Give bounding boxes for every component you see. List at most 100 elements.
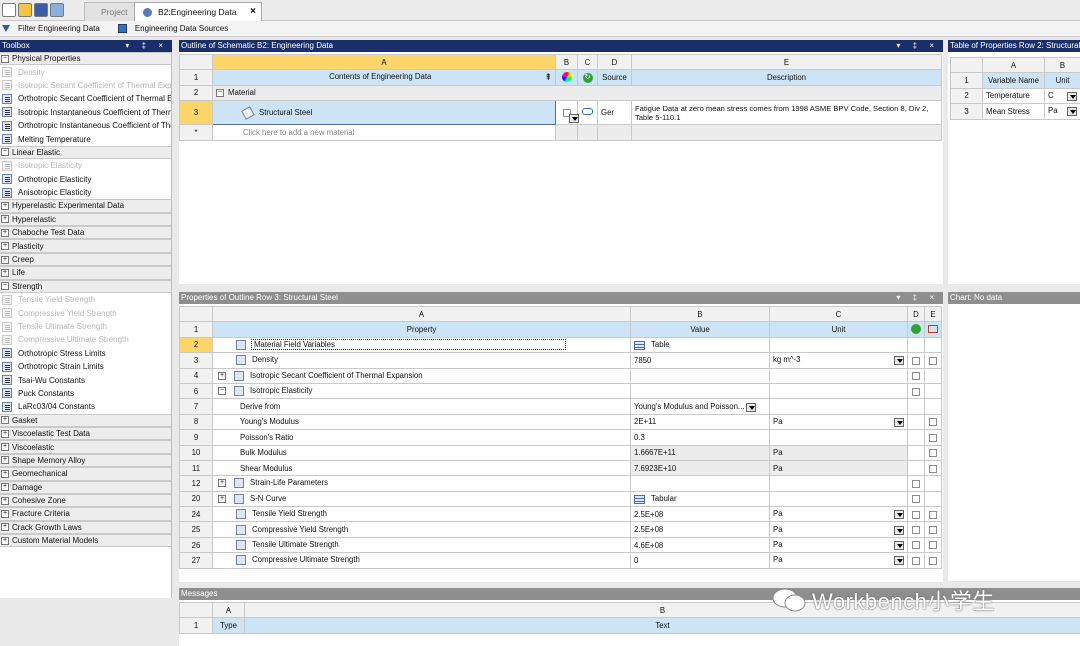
expand-icon[interactable]: + bbox=[1, 242, 9, 251]
toolbox-category[interactable]: + Crack Growth Laws bbox=[0, 520, 171, 535]
toolbox-category[interactable]: + Plasticity bbox=[0, 239, 171, 253]
column-letter[interactable]: B bbox=[1044, 56, 1080, 74]
property-name-cell[interactable]: Tensile Yield Strength bbox=[212, 506, 631, 523]
toolbox-category[interactable]: + Hyperelastic Experimental Data bbox=[0, 199, 171, 213]
collapse-icon[interactable]: − bbox=[218, 387, 226, 396]
property-e-cell[interactable] bbox=[924, 521, 942, 538]
value-dropdown-icon[interactable] bbox=[746, 402, 757, 412]
property-row[interactable]: 25 Compressive Yield Strength 2.5E+08 Pa bbox=[179, 521, 942, 538]
property-d-cell[interactable] bbox=[907, 382, 925, 400]
collapse-icon[interactable]: − bbox=[1, 282, 9, 291]
unit-dropdown-icon[interactable] bbox=[1067, 107, 1077, 117]
toolbox-category[interactable]: + Shape Memory Alloy bbox=[0, 453, 171, 468]
toolbox-category[interactable]: + Cohesive Zone bbox=[0, 493, 171, 508]
open-folder-icon[interactable] bbox=[18, 3, 32, 17]
toolbox-item[interactable]: Orthotropic Elasticity bbox=[0, 173, 171, 186]
toolbox-category[interactable]: − Physical Properties bbox=[0, 52, 171, 66]
property-e-cell[interactable] bbox=[924, 536, 942, 554]
expand-icon[interactable]: + bbox=[1, 483, 9, 492]
panel-controls[interactable]: ▾ ‡ × bbox=[896, 292, 939, 304]
property-value-cell[interactable]: 4.6E+08 bbox=[630, 536, 770, 554]
checkbox[interactable] bbox=[929, 464, 937, 473]
property-unit-cell[interactable]: kg m^-3 bbox=[769, 352, 908, 369]
property-value-cell[interactable] bbox=[630, 475, 770, 492]
property-value-cell[interactable] bbox=[630, 382, 770, 400]
expand-icon[interactable]: + bbox=[1, 523, 9, 532]
toolbox-item[interactable]: Anisotropic Elasticity bbox=[0, 186, 171, 199]
material-structural-steel[interactable]: Structural Steel bbox=[212, 100, 579, 126]
checkbox[interactable] bbox=[912, 541, 920, 550]
checkbox[interactable] bbox=[929, 526, 937, 535]
column-letter[interactable]: E bbox=[631, 53, 942, 71]
property-e-cell[interactable] bbox=[924, 413, 942, 431]
checkbox[interactable] bbox=[929, 541, 937, 550]
property-name-cell[interactable]: + S-N Curve bbox=[212, 490, 631, 508]
property-e-cell[interactable] bbox=[924, 552, 942, 569]
toolbox-item[interactable]: Orthotropic Stress Limits bbox=[0, 347, 171, 360]
checkbox[interactable] bbox=[929, 433, 937, 442]
property-name-cell[interactable]: Derive from bbox=[212, 398, 631, 415]
expand-icon[interactable]: + bbox=[1, 215, 9, 224]
close-tab-icon[interactable]: × bbox=[250, 6, 256, 17]
toolbox-item[interactable]: Orthotropic Secant Coefficient of Therma… bbox=[0, 92, 171, 105]
expand-icon[interactable]: + bbox=[1, 456, 9, 465]
property-unit-cell[interactable] bbox=[769, 398, 908, 415]
checkbox[interactable] bbox=[929, 510, 937, 519]
tab-engineering-data[interactable]: B2:Engineering Data × bbox=[134, 2, 262, 21]
property-name-cell[interactable]: Tensile Ultimate Strength bbox=[212, 536, 631, 554]
toolbox-item[interactable]: Isotropic Instantaneous Coefficient of T… bbox=[0, 106, 171, 119]
property-name-cell[interactable]: − Isotropic Elasticity bbox=[212, 382, 631, 400]
checkbox[interactable] bbox=[912, 372, 920, 381]
property-value-cell[interactable]: 2.5E+08 bbox=[630, 506, 770, 523]
expand-icon[interactable]: + bbox=[218, 371, 226, 380]
checkbox[interactable] bbox=[912, 356, 920, 365]
property-row[interactable]: 8 Young's Modulus 2E+11 Pa bbox=[179, 413, 942, 431]
expand-icon[interactable]: + bbox=[1, 429, 9, 438]
property-value-cell[interactable]: 0 bbox=[630, 552, 770, 569]
property-name-cell[interactable]: Young's Modulus bbox=[212, 413, 631, 431]
property-row[interactable]: 26 Tensile Ultimate Strength 4.6E+08 Pa bbox=[179, 536, 942, 554]
collapse-icon[interactable]: − bbox=[1, 148, 9, 157]
collapse-icon[interactable]: − bbox=[216, 89, 224, 98]
property-unit-cell[interactable] bbox=[769, 367, 908, 384]
checkbox[interactable] bbox=[912, 479, 920, 488]
property-d-cell[interactable] bbox=[907, 506, 925, 523]
property-value-cell[interactable]: 2E+11 bbox=[630, 413, 770, 431]
column-letter[interactable]: D bbox=[597, 53, 632, 71]
checkbox[interactable] bbox=[912, 387, 920, 396]
property-d-cell[interactable] bbox=[907, 552, 925, 569]
toolbox-item[interactable]: Melting Temperature bbox=[0, 132, 171, 145]
property-row[interactable]: 27 Compressive Ultimate Strength 0 Pa bbox=[179, 552, 942, 569]
expand-icon[interactable]: + bbox=[1, 536, 9, 545]
property-unit-cell[interactable] bbox=[769, 336, 908, 354]
property-name-cell[interactable]: + Isotropic Secant Coefficient of Thermal… bbox=[212, 367, 631, 384]
toolbox-item[interactable]: Compressive Yield Strength bbox=[0, 306, 171, 319]
toolbox-item[interactable]: Orthotropic Strain Limits bbox=[0, 360, 171, 373]
property-name-cell[interactable]: Compressive Ultimate Strength bbox=[212, 552, 631, 569]
checkbox[interactable] bbox=[912, 556, 920, 565]
expand-icon[interactable]: + bbox=[1, 509, 9, 518]
toolbox-item[interactable]: Tensile Yield Strength bbox=[0, 293, 171, 306]
property-e-cell[interactable] bbox=[924, 459, 942, 477]
engineering-data-sources-button[interactable]: Engineering Data Sources bbox=[116, 24, 236, 33]
toolbox-item[interactable]: Orthotropic Instantaneous Coefficient of… bbox=[0, 119, 171, 132]
column-letter[interactable]: D bbox=[907, 305, 925, 323]
property-value-cell[interactable]: Table bbox=[630, 336, 770, 354]
checkbox[interactable] bbox=[929, 418, 937, 427]
property-value-cell[interactable]: 7.6923E+10 bbox=[630, 459, 770, 477]
tab-project[interactable]: Project bbox=[84, 2, 138, 21]
property-row[interactable]: 24 Tensile Yield Strength 2.5E+08 Pa bbox=[179, 506, 942, 523]
unit-dropdown-icon[interactable] bbox=[894, 556, 904, 566]
property-unit-cell[interactable]: Pa bbox=[769, 444, 908, 461]
expand-icon[interactable]: + bbox=[1, 228, 9, 237]
toolbox-item[interactable]: LaRc03/04 Constants bbox=[0, 400, 171, 413]
property-unit-cell[interactable]: Pa bbox=[769, 521, 908, 538]
toolbox-category[interactable]: + Chaboche Test Data bbox=[0, 226, 171, 240]
toolbox-category[interactable]: + Creep bbox=[0, 252, 171, 267]
property-d-cell[interactable] bbox=[907, 521, 925, 538]
property-value-cell[interactable]: 2.5E+08 bbox=[630, 521, 770, 538]
checkbox[interactable] bbox=[929, 556, 937, 565]
expand-icon[interactable]: + bbox=[1, 255, 9, 264]
panel-controls[interactable]: ▾ ‡ × bbox=[896, 40, 939, 52]
expand-icon[interactable]: + bbox=[1, 268, 9, 277]
